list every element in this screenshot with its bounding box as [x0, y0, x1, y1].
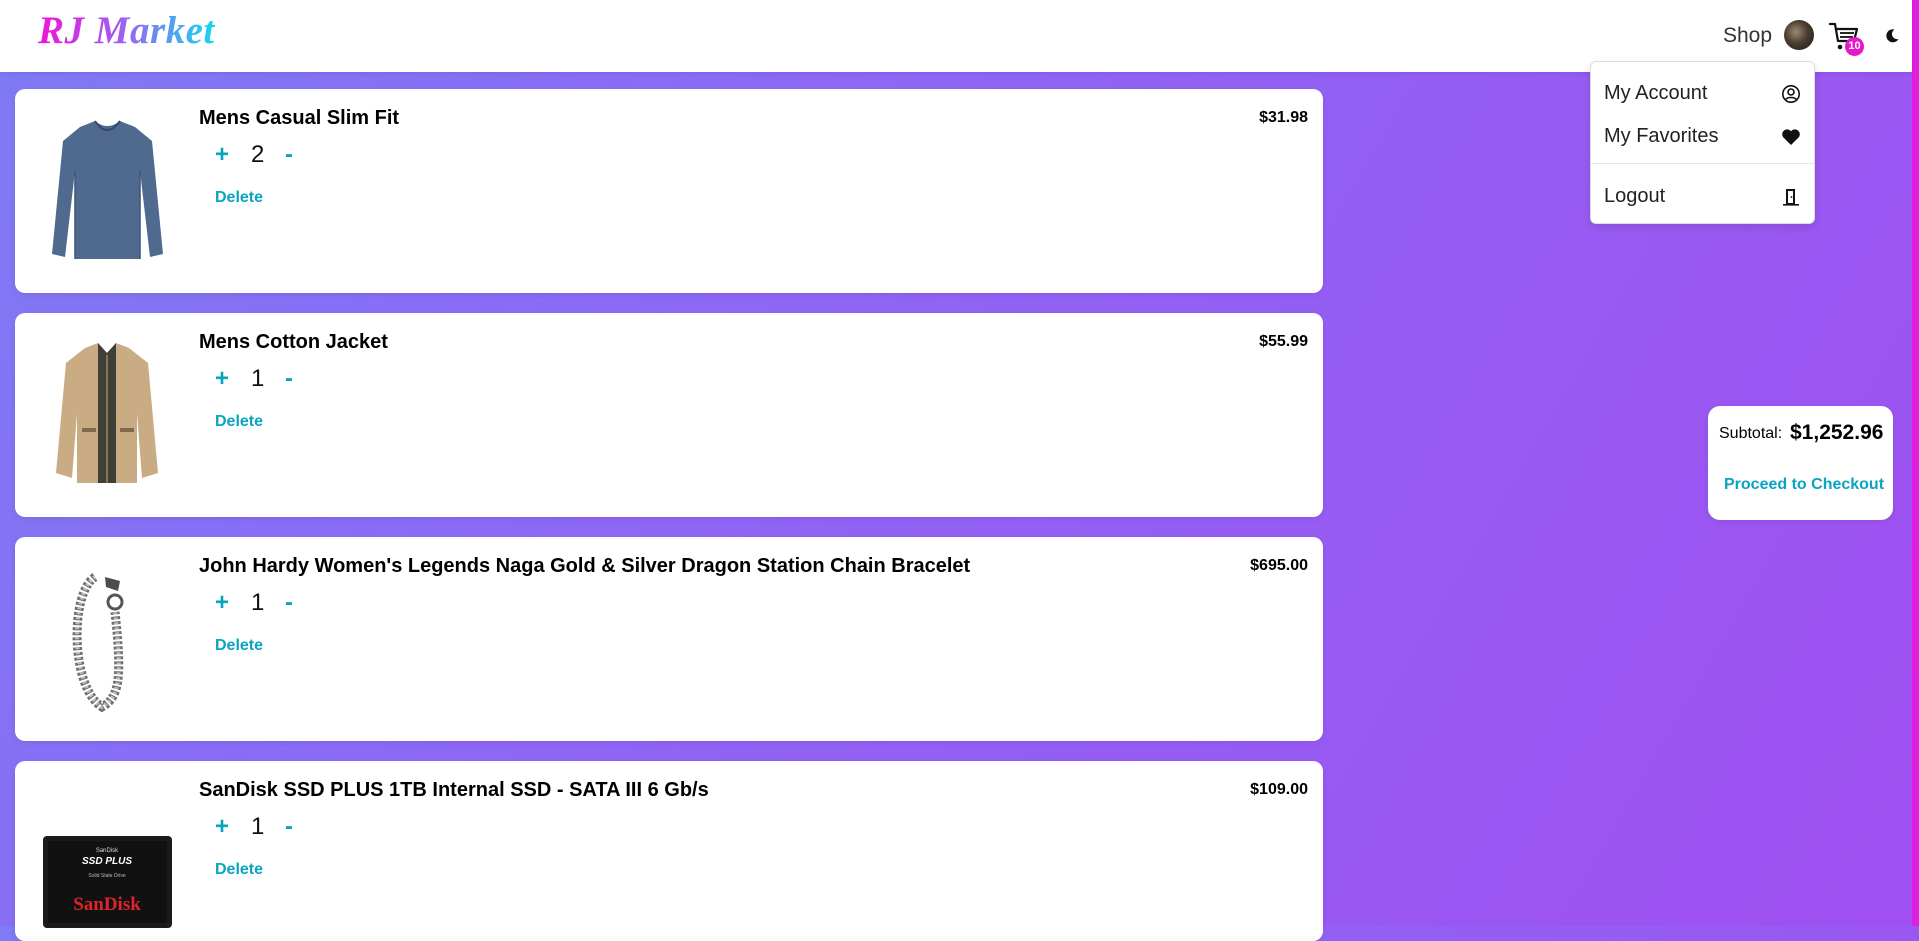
proceed-to-checkout-button[interactable]: Proceed to Checkout: [1724, 476, 1884, 494]
product-image-sweater: [52, 120, 163, 259]
product-title[interactable]: Mens Casual Slim Fit: [199, 107, 399, 130]
product-price: $695.00: [1250, 557, 1308, 574]
theme-toggle-button[interactable]: [1876, 20, 1908, 52]
delete-item-button[interactable]: Delete: [215, 413, 263, 431]
page-edge-strip: [1912, 0, 1919, 926]
product-title[interactable]: John Hardy Women's Legends Naga Gold & S…: [199, 555, 970, 578]
quantity-increase-button[interactable]: +: [215, 589, 229, 617]
menu-item-label: My Favorites: [1604, 125, 1719, 147]
product-price: $31.98: [1259, 109, 1308, 126]
shop-link[interactable]: Shop: [1723, 24, 1772, 48]
ssd-brand-label: SanDisk: [73, 894, 141, 915]
quantity-decrease-button[interactable]: -: [285, 365, 293, 393]
subtotal-card: Subtotal: $1,252.96 Proceed to Checkout: [1708, 406, 1893, 520]
cart-item-card: Mens Casual Slim Fit $31.98 + 2 - Delete: [15, 89, 1323, 293]
door-exit-icon: [1783, 189, 1799, 206]
subtotal-label: Subtotal:: [1719, 425, 1783, 442]
product-price: $109.00: [1250, 781, 1308, 798]
delete-item-button[interactable]: Delete: [215, 637, 263, 655]
cart-item-card: John Hardy Women's Legends Naga Gold & S…: [15, 537, 1323, 741]
cart-item-card: Mens Cotton Jacket $55.99 + 1 - Delete: [15, 313, 1323, 517]
menu-item-my-account[interactable]: My Account: [1591, 73, 1814, 113]
quantity-increase-button[interactable]: +: [215, 141, 229, 169]
product-image-jacket: [56, 343, 158, 483]
ssd-product-label: SSD PLUS: [82, 856, 132, 867]
menu-item-logout[interactable]: Logout: [1591, 176, 1814, 216]
quantity-decrease-button[interactable]: -: [285, 589, 293, 617]
delete-item-button[interactable]: Delete: [215, 189, 263, 207]
menu-divider: [1591, 163, 1814, 164]
user-avatar[interactable]: [1784, 20, 1814, 50]
product-price: $55.99: [1259, 333, 1308, 350]
user-dropdown-menu: My Account My Favorites Logout: [1590, 61, 1815, 224]
ssd-brand-small: SanDisk: [96, 848, 119, 854]
quantity-value: 1: [251, 589, 265, 616]
quantity-increase-button[interactable]: +: [215, 365, 229, 393]
product-title[interactable]: SanDisk SSD PLUS 1TB Internal SSD - SATA…: [199, 779, 709, 802]
menu-item-label: Logout: [1604, 185, 1666, 207]
quantity-value: 1: [251, 813, 265, 840]
heart-icon: [1782, 129, 1800, 145]
cart-item-card: SanDisk SSD PLUS Solid State Drive SanDi…: [15, 761, 1323, 941]
moon-icon: [1886, 29, 1899, 43]
product-image-ssd: SanDisk SSD PLUS Solid State Drive SanDi…: [43, 836, 172, 928]
user-circle-icon: [1782, 85, 1800, 103]
quantity-value: 1: [251, 365, 265, 392]
cart-count-badge: 10: [1845, 37, 1864, 56]
product-image-bracelet: [72, 573, 124, 713]
menu-item-my-favorites[interactable]: My Favorites: [1591, 116, 1814, 156]
menu-item-label: My Account: [1604, 82, 1708, 104]
subtotal-value: $1,252.96: [1790, 421, 1884, 444]
brand-logo[interactable]: RJ Market: [38, 8, 215, 53]
delete-item-button[interactable]: Delete: [215, 861, 263, 879]
quantity-decrease-button[interactable]: -: [285, 141, 293, 169]
quantity-value: 2: [251, 141, 265, 168]
quantity-increase-button[interactable]: +: [215, 813, 229, 841]
quantity-decrease-button[interactable]: -: [285, 813, 293, 841]
ssd-type-label: Solid State Drive: [88, 873, 125, 879]
product-title[interactable]: Mens Cotton Jacket: [199, 331, 388, 354]
